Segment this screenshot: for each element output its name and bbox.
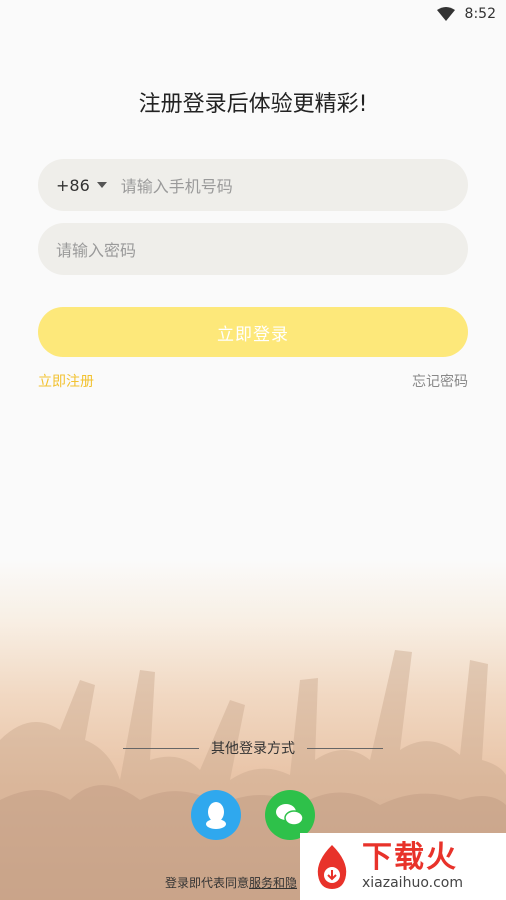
wifi-icon [436,7,455,21]
flame-logo-icon [317,844,347,889]
caret-down-icon [96,182,107,188]
login-button[interactable]: 立即登录 [38,307,468,357]
other-login-divider: 其他登录方式 [0,738,506,758]
watermark-logo: 下载火 xiazaihuo.com [300,833,506,900]
password-field[interactable]: 请输入密码 [38,223,468,275]
other-login-label: 其他登录方式 [211,741,295,757]
qq-login-button[interactable] [191,790,241,840]
agreement-text: 登录即代表同意服务和隐 [165,874,297,891]
agreement-prefix: 登录即代表同意 [165,876,250,890]
terms-link[interactable]: 服务和隐 [249,876,297,890]
phone-placeholder: 请输入手机号码 [120,177,233,196]
divider-line-left [123,747,199,749]
page-title: 注册登录后体验更精彩! [138,92,368,117]
country-code-label: +86 [56,175,90,195]
phone-field[interactable]: +86 请输入手机号码 [38,159,468,211]
status-time: 8:52 [464,6,496,22]
qq-icon [206,802,226,829]
watermark-cn: 下载火 [362,840,458,875]
divider-line-right [307,747,383,749]
forgot-password-link[interactable]: 忘记密码 [412,371,468,391]
register-link[interactable]: 立即注册 [38,371,94,391]
status-bar: 8:52 [0,0,506,28]
password-placeholder: 请输入密码 [56,241,137,260]
wechat-icon [276,804,304,826]
country-code-selector[interactable]: +86 [56,176,107,195]
watermark-en: xiazaihuo.com [362,875,463,891]
